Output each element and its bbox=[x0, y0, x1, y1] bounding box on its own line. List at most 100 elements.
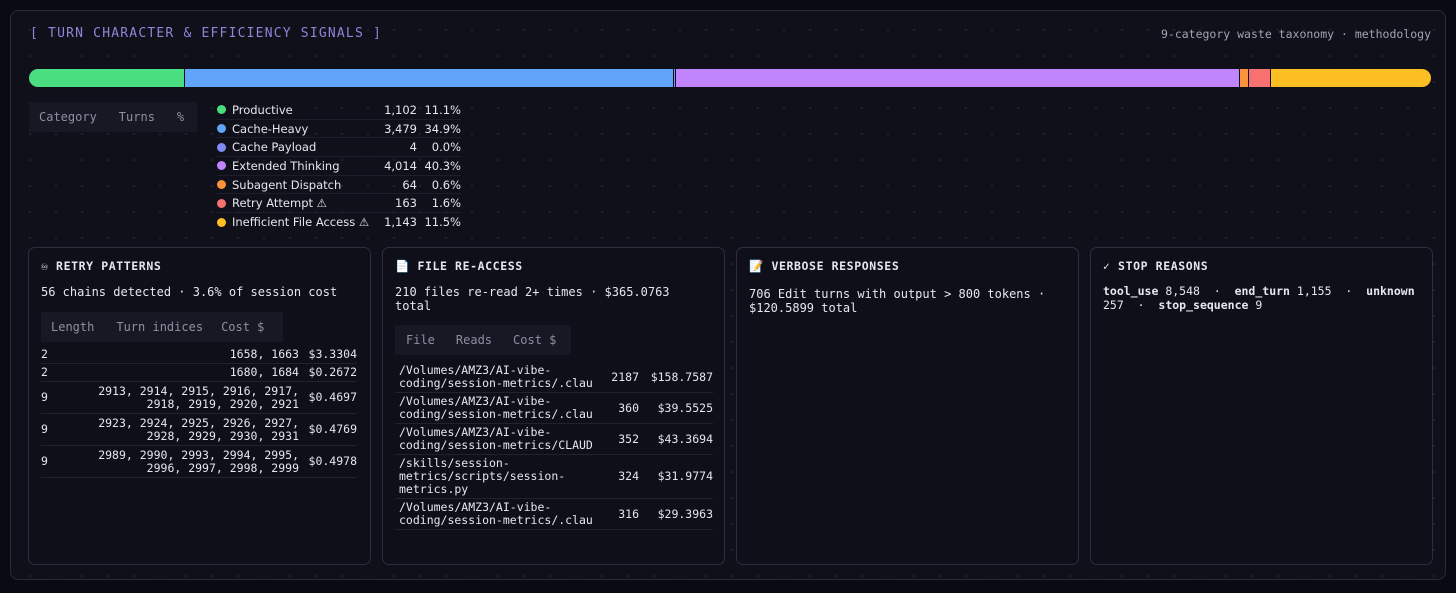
legend-turns: 163 bbox=[395, 196, 417, 211]
legend-row: Productive 1,102 11.1% bbox=[217, 101, 461, 120]
legend-row: Subagent Dispatch 64 0.6% bbox=[217, 176, 461, 195]
bar-segment-cache-heavy[interactable] bbox=[184, 69, 673, 87]
file-reaccess-summary-line2: total bbox=[395, 299, 432, 313]
reads-column-header[interactable]: Reads bbox=[456, 333, 492, 347]
section-title: [ TURN CHARACTER & EFFICIENCY SIGNALS ] bbox=[30, 26, 383, 41]
legend-percent: 40.3% bbox=[424, 158, 461, 173]
legend-category-name: Cache Payload bbox=[232, 140, 317, 155]
table-row[interactable]: /skills/session-metrics/scripts/session-… bbox=[395, 454, 713, 499]
retry-cost: $0.4769 bbox=[299, 413, 357, 446]
legend-dot-icon bbox=[217, 105, 226, 115]
legend-percent: 1.6% bbox=[431, 196, 461, 211]
table-row[interactable]: /Volumes/AMZ3/AI-vibe-coding/session-met… bbox=[395, 423, 713, 455]
retry-patterns-card: ♾ RETRY PATTERNS 56 chains detected · 3.… bbox=[28, 247, 371, 565]
table-row: 9 2923, 2924, 2925, 2926, 2927, 2928, 2929… bbox=[41, 413, 357, 446]
legend-dot-icon bbox=[217, 180, 226, 190]
file-table: /Volumes/AMZ3/AI-vibe-coding/session-met… bbox=[395, 362, 713, 530]
file-reaccess-title: 📄 FILE RE-ACCESS bbox=[395, 259, 523, 273]
bar-segment-productive[interactable] bbox=[29, 69, 185, 87]
file-path: /Volumes/AMZ3/AI-vibe-coding/session-met… bbox=[395, 362, 599, 393]
bar-segment-extended-thinking[interactable] bbox=[675, 69, 1240, 87]
turn-indices-column-header[interactable]: Turn indices bbox=[116, 320, 203, 334]
file-path-line: coding/session-metrics/.clau bbox=[399, 376, 593, 390]
stop-reason-count: 257 bbox=[1103, 298, 1124, 312]
legend-dot-icon bbox=[217, 217, 226, 227]
category-column-header[interactable]: Category bbox=[39, 110, 97, 124]
legend-turns: 1,143 bbox=[384, 215, 417, 230]
turn-indices-line: 2989, 2990, 2993, 2994, 2995, bbox=[98, 447, 299, 462]
table-row: 2 1680, 1684 $0.2672 bbox=[41, 363, 357, 382]
cost-column-header[interactable]: Cost $ bbox=[221, 320, 264, 334]
table-row[interactable]: /Volumes/AMZ3/AI-vibe-coding/session-met… bbox=[395, 498, 713, 530]
bar-segment-subagent-dispatch[interactable] bbox=[1239, 69, 1248, 87]
table-row: 9 2913, 2914, 2915, 2916, 2917, 2918, 2919… bbox=[41, 381, 357, 414]
length-column-header[interactable]: Length bbox=[51, 320, 94, 334]
stop-reason-count: 1,155 bbox=[1296, 284, 1332, 298]
retry-turn-indices: 2913, 2914, 2915, 2916, 2917, 2918, 2919,… bbox=[81, 381, 299, 414]
turn-character-panel: [ TURN CHARACTER & EFFICIENCY SIGNALS ] … bbox=[10, 10, 1446, 580]
legend-dot-icon bbox=[217, 124, 226, 134]
table-row: 9 2989, 2990, 2993, 2994, 2995, 2996, 2997… bbox=[41, 445, 357, 478]
file-cost: $39.5525 bbox=[639, 392, 713, 424]
methodology-link[interactable]: 9-category waste taxonomy · methodology bbox=[1161, 27, 1431, 41]
legend-percent: 11.1% bbox=[424, 102, 461, 117]
retry-table: 2 1658, 1663 $3.3304 2 1680, 1684 $0.2672 9 291… bbox=[41, 346, 357, 478]
turn-indices-line: 1658, 1663 bbox=[229, 347, 299, 361]
retry-length: 9 bbox=[41, 413, 81, 446]
legend-category-name: Extended Thinking bbox=[232, 158, 340, 173]
file-path: /Volumes/AMZ3/AI-vibe-coding/session-met… bbox=[395, 392, 599, 424]
verbose-responses-card: 📝 VERBOSE RESPONSES 706 Edit turns with … bbox=[736, 247, 1079, 565]
category-legend: Productive 1,102 11.1% Cache-Heavy 3,479 34.9… bbox=[217, 101, 461, 232]
stop-reasons-title: ✓ STOP REASONS bbox=[1103, 259, 1209, 273]
file-cost: $31.9774 bbox=[639, 454, 713, 499]
file-path-line: coding/session-metrics/CLAUD bbox=[399, 438, 593, 452]
table-row: 2 1658, 1663 $3.3304 bbox=[41, 346, 357, 364]
separator: · bbox=[1331, 284, 1367, 298]
table-row[interactable]: /Volumes/AMZ3/AI-vibe-coding/session-met… bbox=[395, 362, 713, 393]
file-path: /skills/session-metrics/scripts/session-… bbox=[395, 454, 599, 499]
legend-row: Cache-Heavy 3,479 34.9% bbox=[217, 120, 461, 139]
legend-turns: 1,102 bbox=[384, 102, 417, 117]
retry-turn-indices: 1680, 1684 bbox=[81, 363, 299, 382]
stop-reason-count: 8,548 bbox=[1165, 284, 1200, 298]
stop-reason-name: unknown bbox=[1366, 284, 1415, 298]
file-path: /Volumes/AMZ3/AI-vibe-coding/session-met… bbox=[395, 498, 599, 530]
percent-column-header[interactable]: % bbox=[177, 110, 184, 124]
turn-indices-line: 2918, 2919, 2920, 2921 bbox=[146, 396, 299, 411]
stop-reason-name: tool_use bbox=[1103, 284, 1159, 298]
stop-reasons-list: tool_use 8,548 · end_turn 1,155 · unknow… bbox=[1103, 284, 1433, 312]
legend-percent: 11.5% bbox=[424, 215, 461, 230]
retry-turn-indices: 1658, 1663 bbox=[81, 346, 299, 364]
legend-percent: 0.0% bbox=[431, 140, 461, 155]
retry-cost: $0.4697 bbox=[299, 381, 357, 414]
separator: · bbox=[1199, 284, 1235, 298]
file-cost-column-header[interactable]: Cost $ bbox=[513, 333, 556, 347]
legend-category-name: Inefficient File Access ⚠ bbox=[232, 215, 370, 230]
stop-reason-count: 9 bbox=[1255, 298, 1263, 312]
file-reads: 316 bbox=[599, 498, 639, 530]
legend-percent: 34.9% bbox=[424, 121, 461, 136]
category-table-header: Category Turns % bbox=[29, 102, 197, 132]
turn-indices-line: 2923, 2924, 2925, 2926, 2927, bbox=[98, 415, 299, 430]
retry-length: 9 bbox=[41, 445, 81, 478]
turn-indices-line: 2913, 2914, 2915, 2916, 2917, bbox=[98, 383, 299, 398]
legend-turns: 4 bbox=[409, 140, 417, 155]
verbose-summary-line1: 706 Edit turns with output > 800 tokens … bbox=[749, 287, 1046, 301]
legend-turns: 4,014 bbox=[384, 158, 417, 173]
file-path-line: metrics.py bbox=[399, 482, 469, 496]
legend-turns: 64 bbox=[402, 177, 417, 192]
file-column-header[interactable]: File bbox=[406, 333, 435, 347]
retry-turn-indices: 2923, 2924, 2925, 2926, 2927, 2928, 2929,… bbox=[81, 413, 299, 446]
stop-reason-name: stop_sequence bbox=[1158, 298, 1249, 312]
bar-segment-retry-attempt[interactable] bbox=[1247, 69, 1271, 87]
file-cost: $158.7587 bbox=[639, 362, 713, 393]
table-row[interactable]: /Volumes/AMZ3/AI-vibe-coding/session-met… bbox=[395, 392, 713, 424]
bar-segment-inefficient-file-access[interactable] bbox=[1270, 69, 1431, 87]
turns-column-header[interactable]: Turns bbox=[119, 110, 155, 124]
legend-category-name: Subagent Dispatch bbox=[232, 177, 342, 192]
retry-summary: 56 chains detected · 3.6% of session cos… bbox=[41, 285, 338, 299]
file-reads: 324 bbox=[599, 454, 639, 499]
file-cost: $43.3694 bbox=[639, 423, 713, 455]
file-reaccess-summary-line1: 210 files re-read 2+ times · $365.0763 bbox=[395, 285, 670, 299]
legend-row: Retry Attempt ⚠ 163 1.6% bbox=[217, 194, 461, 214]
